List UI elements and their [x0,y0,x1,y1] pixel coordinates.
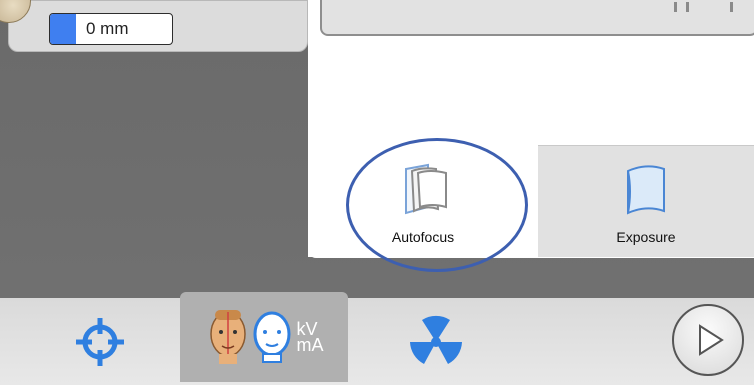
value-fill-indicator [50,14,76,44]
strip-mark [730,2,733,12]
patient-parameters-button[interactable]: kV mA [180,292,348,382]
tab-exposure-label: Exposure [616,229,676,245]
thickness-panel: 0 mm [0,0,308,52]
autofocus-icon [405,163,447,215]
strip-mark [674,2,677,12]
positioning-button[interactable] [40,298,160,385]
radiation-button[interactable] [376,298,496,385]
crosshair-icon [76,317,124,366]
next-button[interactable] [672,304,744,376]
thickness-value-field[interactable]: 0 mm [49,13,173,45]
play-next-icon [699,324,724,356]
preview-strip [320,0,754,36]
patient-head-icon [209,310,246,364]
tab-exposure[interactable]: Exposure [538,145,754,257]
tab-autofocus-label: Autofocus [391,229,455,245]
thickness-value: 0 mm [86,19,129,38]
ma-label: mA [296,335,324,355]
app-screen: 0 mm Autofocus Exposure kV mA [0,0,754,385]
radiation-icon [410,315,462,364]
strip-mark [686,2,689,12]
kv-ma-label: kV mA [296,320,324,355]
bottom-toolbar: kV mA [0,292,754,385]
exposure-icon [627,165,665,215]
patient-profile-icon [253,311,290,363]
tab-autofocus[interactable]: Autofocus [308,145,538,257]
knob-icon[interactable] [0,0,31,23]
